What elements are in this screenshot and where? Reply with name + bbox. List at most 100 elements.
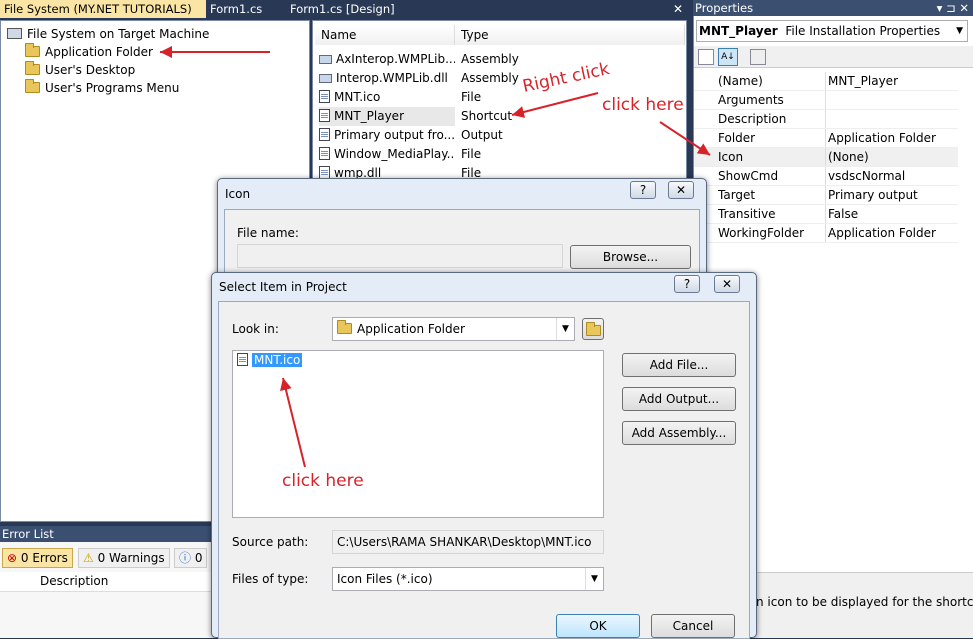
properties-toolbar: A↓ (694, 46, 973, 68)
source-path-field: C:\Users\RAMA SHANKAR\Desktop\MNT.ico (332, 530, 604, 554)
folder-up-icon (585, 322, 601, 336)
list-item-label: MNT.ico (252, 353, 303, 367)
alphabetical-icon[interactable]: A↓ (718, 48, 738, 66)
property-key: Icon (718, 150, 744, 164)
property-row[interactable]: Transitive False (694, 205, 958, 224)
file-name: Interop.WMPLib.dll (336, 71, 448, 85)
property-key: Arguments (718, 93, 784, 107)
property-key: Description (718, 112, 787, 126)
annotation-click-here-item: click here (282, 471, 364, 491)
chevron-down-icon: ▼ (956, 26, 963, 36)
file-type: Output (461, 128, 503, 142)
property-row[interactable]: WorkingFolder Application Folder (694, 224, 958, 243)
property-key: Folder (718, 131, 756, 145)
file-icon (237, 353, 248, 366)
folder-icon (25, 79, 40, 93)
property-row[interactable]: Target Primary output (694, 186, 958, 205)
property-value: MNT_Player (828, 74, 899, 88)
browse-button[interactable]: Browse... (570, 245, 691, 269)
file-name: AxInterop.WMPLib.... (336, 52, 455, 66)
error-list-title: Error List (2, 527, 54, 541)
property-description: n icon to be displayed for the shortcut (756, 595, 973, 609)
folder-icon (25, 61, 40, 75)
tab-file-system[interactable]: File System (MY.NET TUTORIALS) (0, 0, 206, 18)
tree-root[interactable]: File System on Target Machine (7, 25, 209, 43)
property-row[interactable]: Description (694, 110, 958, 129)
property-grid: (Name) MNT_Player Arguments Description F… (694, 72, 973, 262)
error-list-title-bar: Error List (0, 526, 230, 542)
property-value: False (828, 207, 859, 221)
tree-item-label: User's Desktop (45, 63, 136, 77)
info-icon: ⓘ (179, 551, 192, 565)
property-row[interactable]: (Name) MNT_Player (694, 72, 958, 91)
warning-icon: ⚠ (83, 551, 94, 565)
error-list-header: Description (0, 572, 230, 592)
properties-object-selector[interactable]: MNT_Player File Installation Properties … (696, 20, 968, 42)
file-icon (319, 147, 330, 160)
close-icon[interactable]: ✕ (714, 275, 740, 293)
up-one-level-button[interactable] (582, 318, 604, 340)
add-assembly-button[interactable]: Add Assembly... (622, 421, 736, 445)
warnings-count: 0 Warnings (97, 551, 165, 565)
column-header-name[interactable]: Name (315, 25, 455, 45)
file-type: File (461, 90, 482, 104)
add-output-button[interactable]: Add Output... (622, 387, 736, 411)
property-key: (Name) (718, 74, 763, 88)
annotation-click-here-properties: click here (602, 95, 684, 115)
property-key: ShowCmd (718, 169, 779, 183)
close-tab-icon[interactable]: ✕ (673, 0, 683, 18)
column-header-type[interactable]: Type (455, 25, 685, 45)
property-row[interactable]: Folder Application Folder (694, 129, 958, 148)
tree-item-application-folder[interactable]: Application Folder (25, 43, 153, 61)
property-row-icon[interactable]: Icon (None) (694, 148, 958, 167)
help-icon[interactable]: ? (674, 275, 700, 293)
ok-button[interactable]: OK (556, 614, 640, 638)
list-item-mnt-ico[interactable]: MNT.ico (237, 353, 303, 367)
look-in-value: Application Folder (357, 322, 465, 336)
property-value: Application Folder (828, 131, 936, 145)
file-name-field[interactable] (237, 244, 563, 268)
property-row[interactable]: Arguments (694, 91, 958, 110)
tree-root-label: File System on Target Machine (27, 27, 210, 41)
tab-form1-design[interactable]: Form1.cs [Design] (286, 0, 406, 18)
messages-count: 0 (194, 551, 203, 565)
file-type: Assembly (461, 52, 519, 66)
property-row[interactable]: ShowCmd vsdscNormal (694, 167, 958, 186)
tree-item-users-desktop[interactable]: User's Desktop (25, 61, 135, 79)
output-icon (319, 128, 330, 141)
tab-form1-cs[interactable]: Form1.cs (206, 0, 286, 18)
property-key: Transitive (718, 207, 776, 221)
file-type: File (461, 147, 482, 161)
folder-icon (337, 320, 352, 334)
icon-dialog-title: Icon (225, 187, 251, 201)
files-of-type-dropdown[interactable]: Icon Files (*.ico) ▼ (332, 567, 604, 591)
computer-icon (7, 28, 22, 39)
chevron-down-icon: ▼ (585, 568, 603, 590)
assembly-icon (319, 74, 332, 83)
chevron-down-icon: ▼ (556, 318, 574, 340)
warnings-filter-button[interactable]: ⚠ 0 Warnings (78, 548, 170, 568)
file-icon (319, 90, 330, 103)
help-icon[interactable]: ? (630, 181, 656, 199)
errors-filter-button[interactable]: ⊗ 0 Errors (2, 548, 73, 568)
select-dialog-body: Look in: Application Folder ▼ MNT.ico Ad… (218, 301, 750, 639)
close-icon[interactable]: ✕ (668, 181, 694, 199)
file-type: Assembly (461, 71, 519, 85)
window-controls-icon[interactable]: ▾ ⊐ ✕ (937, 0, 969, 16)
file-type: Shortcut (461, 109, 513, 123)
messages-filter-button[interactable]: ⓘ 0 (174, 548, 208, 568)
categorized-icon[interactable] (698, 49, 714, 65)
look-in-label: Look in: (232, 322, 279, 336)
column-header-description[interactable]: Description (40, 574, 108, 588)
property-value: Application Folder (828, 226, 936, 240)
properties-title: Properties (695, 1, 754, 15)
cancel-button[interactable]: Cancel (651, 614, 735, 638)
tree-item-users-programs-menu[interactable]: User's Programs Menu (25, 79, 179, 97)
add-file-button[interactable]: Add File... (622, 353, 736, 377)
folder-icon (25, 43, 40, 57)
property-value: (None) (828, 150, 869, 164)
property-pages-icon[interactable] (750, 49, 766, 65)
file-name: Primary output fro... (334, 128, 455, 142)
look-in-dropdown[interactable]: Application Folder ▼ (332, 317, 575, 341)
file-name: MNT.ico (334, 90, 381, 104)
